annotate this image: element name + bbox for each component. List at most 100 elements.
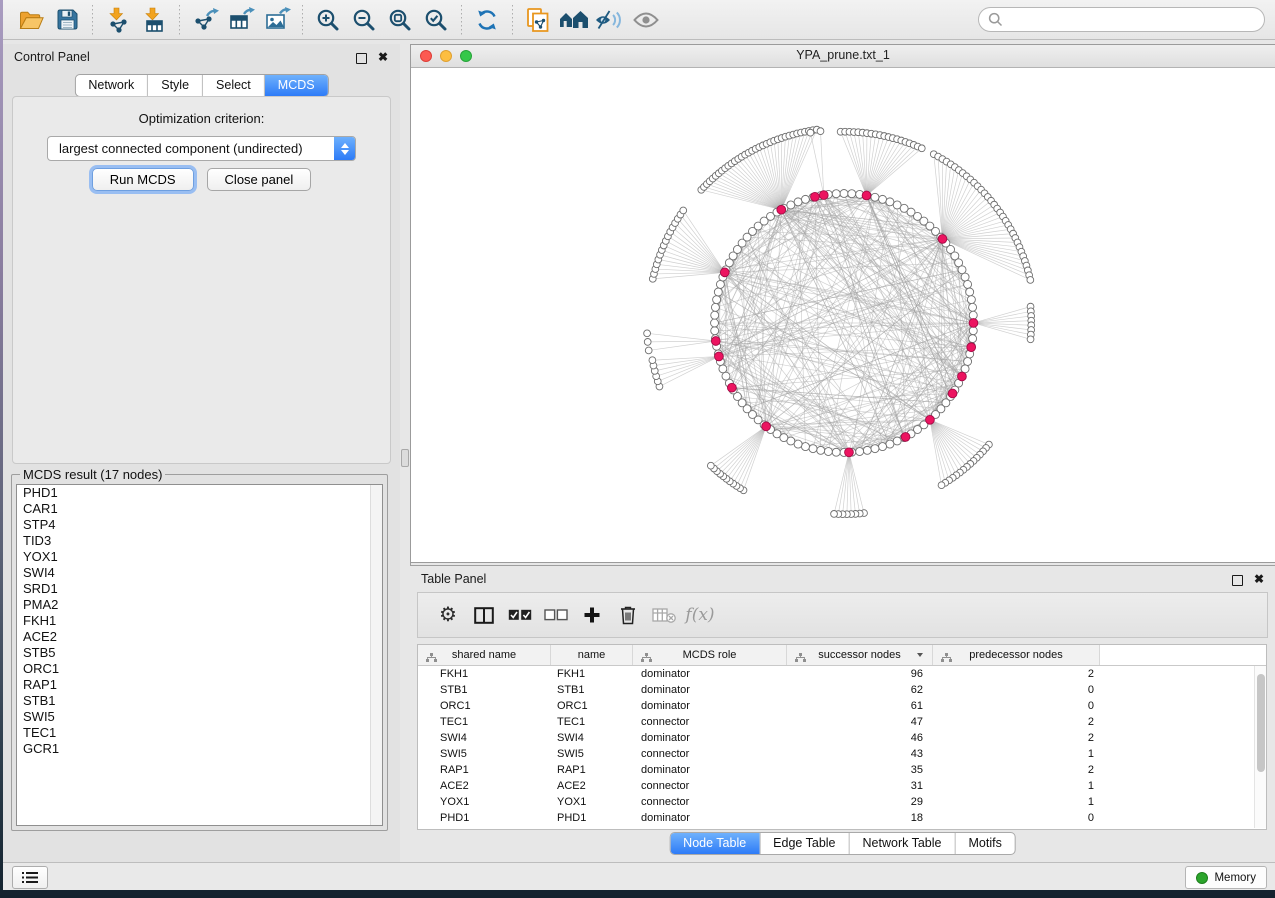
optimization-criterion-label: Optimization criterion: (13, 111, 390, 126)
tab-mcds[interactable]: MCDS (264, 75, 328, 96)
mcds-result-item[interactable]: STP4 (17, 517, 382, 533)
table-toolbar: ⚙ f(x) (417, 592, 1268, 638)
table-row[interactable]: SWI5SWI5connector431 (418, 746, 1254, 762)
import-table-button[interactable] (136, 4, 172, 36)
select-stepper-icon (334, 137, 355, 160)
zoom-in-button[interactable] (310, 4, 346, 36)
optimization-criterion-select[interactable]: largest connected component (undirected) (47, 136, 356, 161)
column-header-predecessor-nodes[interactable]: predecessor nodes (933, 645, 1100, 665)
memory-button[interactable]: Memory (1185, 866, 1267, 889)
tab-network[interactable]: Network (75, 75, 147, 96)
column-header-MCDS-role[interactable]: MCDS role (633, 645, 787, 665)
create-column-plus-icon[interactable] (574, 597, 610, 633)
control-panel: Control Panel ✖ Network Style Select MCD… (3, 44, 400, 863)
status-bar: Memory (3, 862, 1275, 890)
mcds-result-item[interactable]: STB5 (17, 645, 382, 661)
control-panel-tabbar: Network Style Select MCDS (74, 74, 328, 97)
run-mcds-button[interactable]: Run MCDS (92, 168, 194, 191)
float-table-panel-icon[interactable] (1232, 575, 1243, 586)
mcds-result-item[interactable]: TID3 (17, 533, 382, 549)
mcds-result-item[interactable]: FKH1 (17, 613, 382, 629)
zoom-selected-button[interactable] (418, 4, 454, 36)
mcds-result-item[interactable]: YOX1 (17, 549, 382, 565)
export-table-button[interactable] (223, 4, 259, 36)
mcds-result-item[interactable]: STB1 (17, 693, 382, 709)
clone-network-button[interactable] (520, 4, 556, 36)
table-row[interactable]: ORC1ORC1dominator610 (418, 698, 1254, 714)
column-header-successor-nodes[interactable]: successor nodes (787, 645, 933, 665)
save-session-button[interactable] (49, 4, 85, 36)
mcds-result-item[interactable]: PHD1 (17, 485, 382, 501)
hide-graphics-details-button[interactable] (592, 4, 628, 36)
memory-status-icon (1196, 872, 1208, 884)
mcds-result-item[interactable]: SWI5 (17, 709, 382, 725)
table-row[interactable]: FKH1FKH1dominator962 (418, 666, 1254, 682)
mcds-result-item[interactable]: SRD1 (17, 581, 382, 597)
table-row[interactable]: RAP1RAP1dominator352 (418, 762, 1254, 778)
unselect-all-columns-icon[interactable] (538, 597, 574, 633)
control-panel-title: Control Panel (14, 50, 90, 64)
show-column-panel-icon[interactable] (466, 597, 502, 633)
table-settings-gear-icon[interactable]: ⚙ (430, 597, 466, 633)
delete-column-trash-icon[interactable] (610, 597, 646, 633)
desktop: Control Panel ✖ Network Style Select MCD… (0, 0, 1275, 898)
mcds-result-item[interactable]: ORC1 (17, 661, 382, 677)
open-session-button[interactable] (13, 4, 49, 36)
zoom-out-button[interactable] (346, 4, 382, 36)
network-graph[interactable] (411, 67, 1275, 562)
toolbar-separator (512, 5, 513, 35)
mcds-result-item[interactable]: CAR1 (17, 501, 382, 517)
zoom-fit-button[interactable] (382, 4, 418, 36)
mcds-result-item[interactable]: TEC1 (17, 725, 382, 741)
mcds-result-list[interactable]: PHD1CAR1STP4TID3YOX1SWI4SRD1PMA2FKH1ACE2… (16, 484, 383, 826)
column-header-name[interactable]: name (551, 645, 633, 665)
tab-motifs[interactable]: Motifs (954, 833, 1014, 854)
splitter-grip[interactable] (401, 449, 409, 467)
close-table-panel-icon[interactable]: ✖ (1254, 571, 1264, 587)
export-network-button[interactable] (187, 4, 223, 36)
toolbar-separator (302, 5, 303, 35)
select-all-columns-icon[interactable] (502, 597, 538, 633)
node-table: shared namenameMCDS rolesuccessor nodesp… (417, 644, 1267, 830)
scrollbar-thumb[interactable] (1257, 674, 1265, 772)
close-panel-button[interactable]: Close panel (207, 168, 312, 191)
memory-label: Memory (1214, 872, 1256, 884)
table-row[interactable]: STB1STB1dominator620 (418, 682, 1254, 698)
table-row[interactable]: TEC1TEC1connector472 (418, 714, 1254, 730)
mcds-result-item[interactable]: GCR1 (17, 741, 382, 757)
toolbar-separator (179, 5, 180, 35)
mcds-list-scrollbar[interactable] (370, 485, 382, 825)
network-window: YPA_prune.txt_1 (410, 44, 1275, 563)
import-network-button[interactable] (100, 4, 136, 36)
table-body: FKH1FKH1dominator962STB1STB1dominator620… (418, 666, 1254, 829)
tab-style[interactable]: Style (147, 75, 202, 96)
network-window-titlebar[interactable]: YPA_prune.txt_1 (411, 45, 1275, 68)
refresh-view-button[interactable] (469, 4, 505, 36)
home-view-button[interactable] (556, 4, 592, 36)
export-image-button[interactable] (259, 4, 295, 36)
mcds-result-group: MCDS result (17 nodes) PHD1CAR1STP4TID3Y… (11, 467, 388, 831)
float-panel-icon[interactable] (356, 53, 367, 64)
search-input[interactable] (1008, 10, 1264, 30)
tab-edge-table[interactable]: Edge Table (759, 833, 848, 854)
show-graphics-details-button[interactable] (628, 4, 664, 36)
mcds-result-item[interactable]: SWI4 (17, 565, 382, 581)
table-row[interactable]: YOX1YOX1connector291 (418, 794, 1254, 810)
table-row[interactable]: PHD1PHD1dominator180 (418, 810, 1254, 826)
network-canvas[interactable] (411, 67, 1275, 562)
mcds-result-item[interactable]: ACE2 (17, 629, 382, 645)
tab-node-table[interactable]: Node Table (670, 833, 759, 854)
tab-select[interactable]: Select (202, 75, 264, 96)
search-box[interactable] (978, 7, 1265, 32)
mcds-result-item[interactable]: RAP1 (17, 677, 382, 693)
table-row[interactable]: SWI4SWI4dominator462 (418, 730, 1254, 746)
table-scrollbar[interactable] (1254, 666, 1266, 828)
table-row[interactable]: ACE2ACE2connector311 (418, 778, 1254, 794)
column-header-shared-name[interactable]: shared name (418, 645, 551, 665)
close-panel-icon[interactable]: ✖ (378, 49, 388, 65)
network-window-title: YPA_prune.txt_1 (411, 45, 1275, 66)
mcds-result-item[interactable]: PMA2 (17, 597, 382, 613)
tab-network-table[interactable]: Network Table (849, 833, 955, 854)
sort-descending-icon (917, 653, 923, 657)
task-history-button[interactable] (12, 866, 48, 889)
